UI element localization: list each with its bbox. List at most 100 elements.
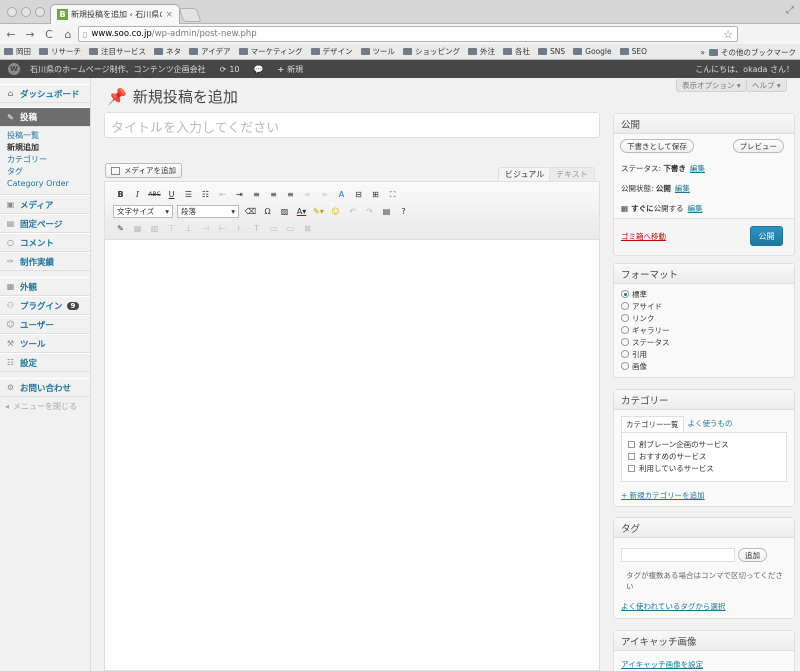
sidebar-item-posts[interactable]: ✎ 投稿 [0,107,90,127]
updates-link[interactable]: ⟳ 10 [220,65,240,74]
site-name-link[interactable]: 石川県のホームページ制作、コンテンツ企画会社 [30,64,206,75]
format-option-image[interactable]: 画像 [614,360,794,372]
help-icon[interactable]: ? [396,205,411,218]
paste-text-button[interactable]: ▤ [379,205,394,218]
underline-button[interactable]: U [164,188,179,201]
fullscreen-button[interactable]: ⛶ [385,188,400,201]
sidebar-item-users[interactable]: ☺ ユーザー [0,315,90,334]
radio-button[interactable] [621,302,629,310]
tab-all-categories[interactable]: カテゴリー一覧 [621,416,684,432]
add-new-category-link[interactable]: + 新規カテゴリーを追加 [621,491,705,500]
bookmark-folder[interactable]: Google [573,47,612,56]
collapse-menu-button[interactable]: ◂ メニューを閉じる [0,397,90,415]
indent-button[interactable]: ⇥ [232,188,247,201]
spellcheck-button[interactable]: A [334,188,349,201]
highlight-button[interactable]: ✎▾ [311,205,326,218]
delete-row-button[interactable]: ⊣ [198,222,213,235]
sidebar-item-comments[interactable]: ○ コメント [0,233,90,252]
tab-most-used[interactable]: よく使うもの [684,416,737,432]
bookmark-folder[interactable]: 各社 [503,46,530,57]
table-button[interactable]: ▦ [130,222,145,235]
format-option-quote[interactable]: 引用 [614,348,794,360]
submenu-tags[interactable]: タグ [7,166,90,178]
tag-input[interactable] [621,548,735,562]
align-center-button[interactable]: ≡ [266,188,281,201]
category-item[interactable]: 利用しているサービス [628,462,786,474]
sidebar-item-works[interactable]: ✑ 制作実績 [0,252,90,271]
new-tab-button[interactable] [178,8,202,22]
fullscreen-icon[interactable]: ⤢ [786,5,794,16]
sidebar-item-dashboard[interactable]: ⌂ ダッシュボード [0,84,90,103]
text-color-button[interactable]: A▾ [294,205,309,218]
help-button[interactable]: ヘルプ ▾ [746,79,787,92]
split-cells-button[interactable]: ▭ [266,222,281,235]
align-left-button[interactable]: ≡ [249,188,264,201]
category-item[interactable]: おすすめのサービス [628,450,786,462]
numbered-list-button[interactable]: ☷ [198,188,213,201]
bookmark-star-icon[interactable]: ☆ [723,28,733,41]
radio-button[interactable] [621,314,629,322]
choose-popular-tags-link[interactable]: よく使われているタグから選択 [621,602,725,611]
bookmark-folder[interactable]: デザイン [310,46,353,57]
window-zoom-button[interactable] [35,7,45,17]
radio-button[interactable] [621,326,629,334]
bookmark-folder[interactable]: 注目サービス [89,46,146,57]
radio-button[interactable] [621,290,629,298]
address-bar[interactable]: ▯ www.soo.co.jp/wp-admin/post-new.php ☆ [78,26,738,42]
browser-tab[interactable]: B 新規投稿を追加 ‹ 石川県のホー × [50,4,180,24]
delete-col-button[interactable]: T [249,222,264,235]
format-option-status[interactable]: ステータス [614,336,794,348]
insert-row-after-button[interactable]: ⊥ [181,222,196,235]
bullet-list-button[interactable]: ☰ [181,188,196,201]
insert-col-before-button[interactable]: ⊢ [215,222,230,235]
radio-button[interactable] [621,350,629,358]
sidebar-item-tools[interactable]: ⚒ ツール [0,334,90,353]
howdy-user[interactable]: こんにちは、okada さん！ [695,64,794,75]
paste-word-button[interactable]: ▨ [277,205,292,218]
window-minimize-button[interactable] [21,7,31,17]
publish-button[interactable]: 公開 [750,226,783,246]
tab-visual[interactable]: ビジュアル [498,167,552,181]
screen-options-button[interactable]: 表示オプション ▾ [676,79,747,92]
submenu-category-order[interactable]: Category Order [7,178,90,190]
merge-cells-button[interactable]: ▭ [283,222,298,235]
move-to-trash-link[interactable]: ゴミ箱へ移動 [621,231,666,242]
editor-content-area[interactable] [105,240,599,670]
comments-icon[interactable]: 💬 [254,65,264,74]
bookmark-folder[interactable]: 岡田 [4,46,31,57]
strikethrough-button[interactable]: ABC [147,188,162,201]
bookmark-folder[interactable]: SEO [619,47,647,56]
clear-format-button[interactable]: ⌫ [243,205,258,218]
format-option-link[interactable]: リンク [614,312,794,324]
back-icon[interactable]: ← [3,28,19,41]
bookmark-folder[interactable]: マーケティング [238,46,303,57]
new-content-link[interactable]: + 新規 [277,64,303,75]
sidebar-item-plugins[interactable]: ⚇ プラグイン 9 [0,296,90,315]
tab-text[interactable]: テキスト [549,167,595,181]
insert-row-before-button[interactable]: ⊤ [164,222,179,235]
delete-table-button[interactable]: ⊠ [300,222,315,235]
bookmark-folder[interactable]: ネタ [154,46,181,57]
radio-button[interactable] [621,362,629,370]
format-select[interactable]: 段落 ▾ [177,205,239,218]
edit-image-button[interactable]: ✎ [113,222,128,235]
set-featured-image-link[interactable]: アイキャッチ画像を設定 [621,660,703,669]
category-item[interactable]: 創ブレーン企画のサービス [628,438,786,450]
outdent-button[interactable]: ⇤ [215,188,230,201]
font-size-select[interactable]: 文字サイズ ▾ [113,205,173,218]
bookmark-folder[interactable]: ショッピング [403,46,460,57]
forward-icon[interactable]: → [22,28,38,41]
checkbox[interactable] [628,464,635,472]
unlink-button[interactable]: ∞ [317,188,332,201]
undo-button[interactable]: ↶ [345,205,360,218]
bold-button[interactable]: B [113,188,128,201]
edit-schedule-link[interactable]: 編集 [688,203,703,214]
bookmark-folder[interactable]: 外注 [468,46,495,57]
special-char-button[interactable]: Ω [260,205,275,218]
more-tag-button[interactable]: ⊟ [351,188,366,201]
add-media-button[interactable]: メディアを追加 [105,163,182,178]
submenu-all-posts[interactable]: 投稿一覧 [7,130,90,142]
home-icon[interactable]: ⌂ [60,28,76,41]
insert-col-after-button[interactable]: ⊦ [232,222,247,235]
add-tag-button[interactable]: 追加 [738,548,767,562]
